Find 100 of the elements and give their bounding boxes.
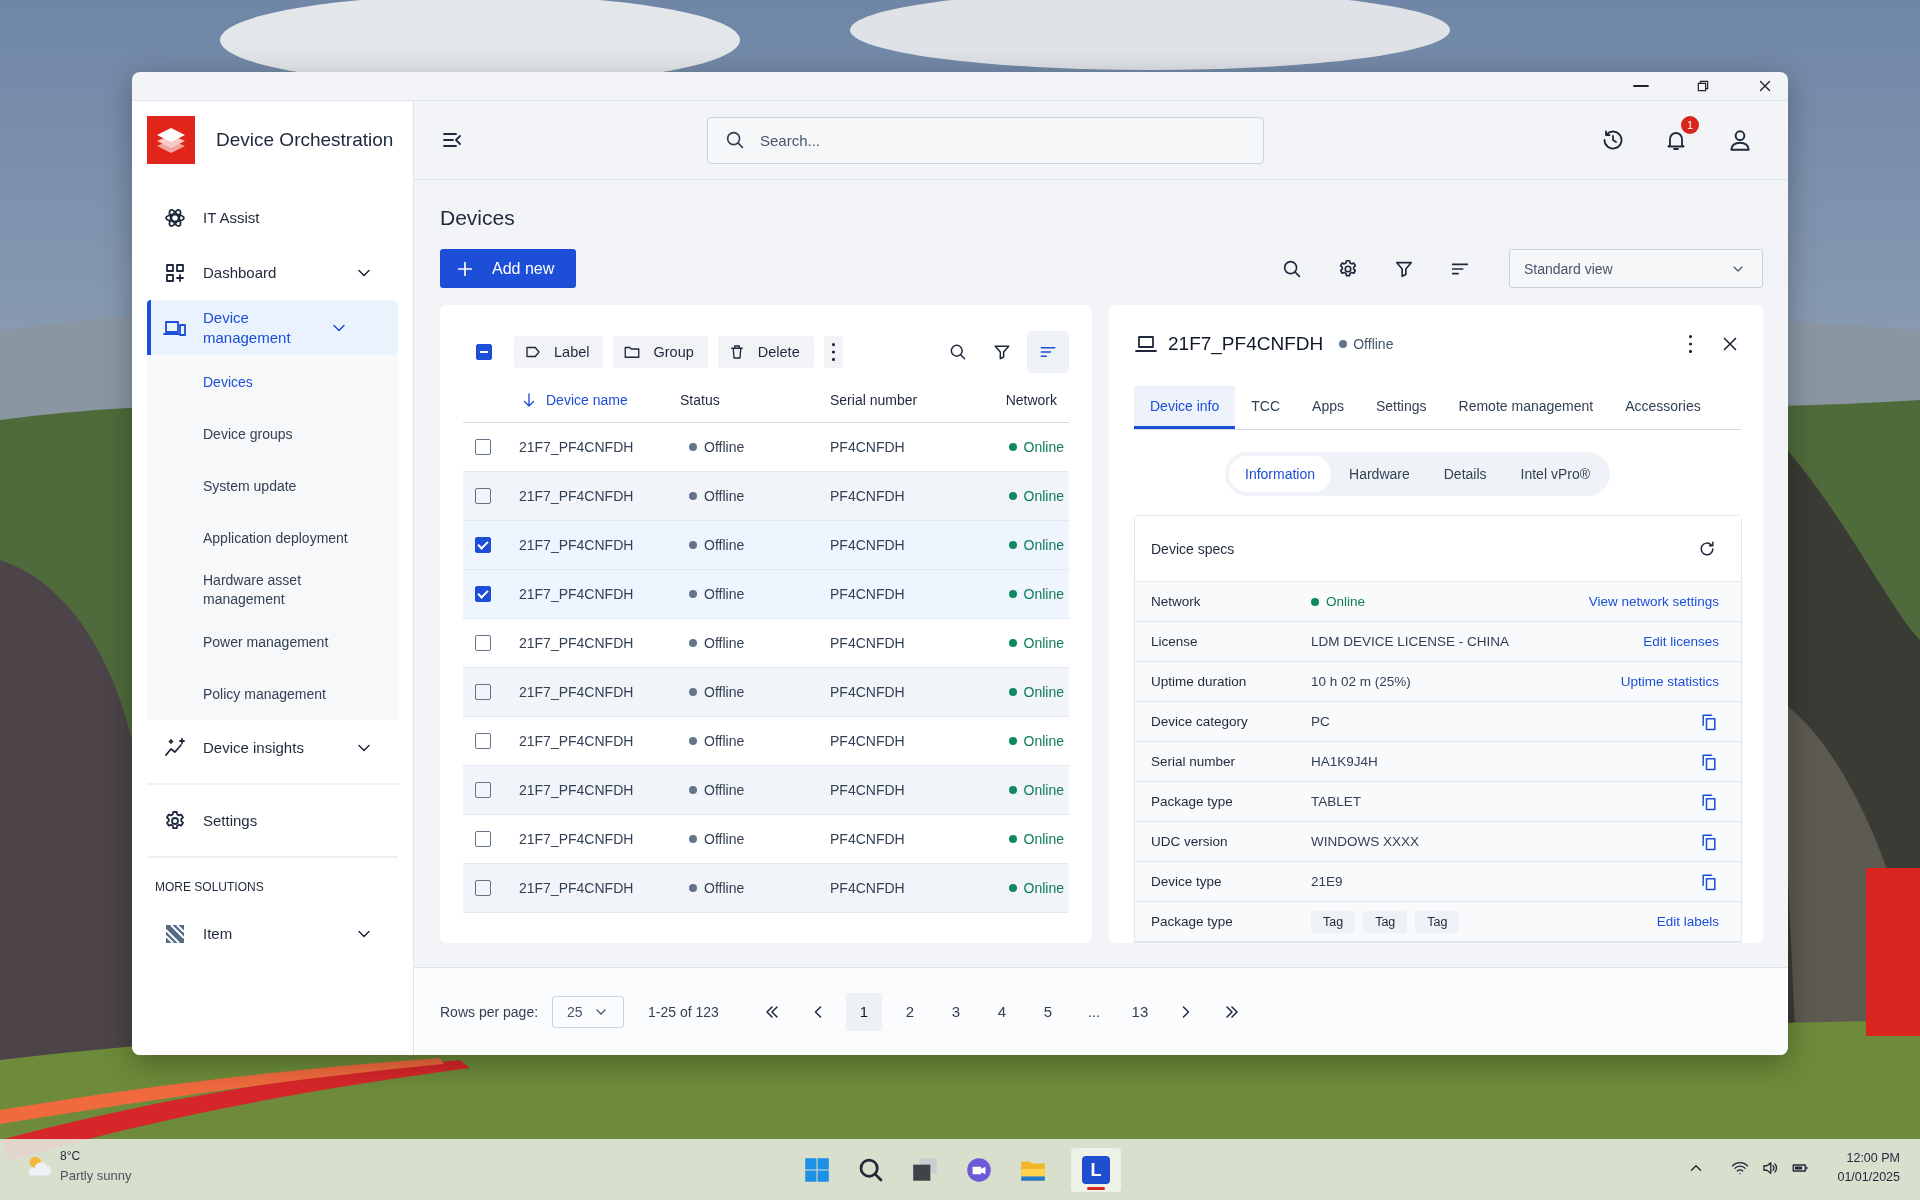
- row-checkbox[interactable]: [475, 880, 491, 896]
- table-row[interactable]: 21F7_PF4CNFDH Offline PF4CNFDH Online: [463, 864, 1069, 913]
- table-row[interactable]: 21F7_PF4CNFDH Offline PF4CNFDH Online: [463, 668, 1069, 717]
- page-button[interactable]: 13: [1121, 992, 1158, 1031]
- nav-item[interactable]: Dashboard: [147, 245, 398, 300]
- row-checkbox[interactable]: [475, 782, 491, 798]
- nav-subitem[interactable]: Policy management: [147, 668, 398, 720]
- network-cell: Online: [999, 831, 1069, 847]
- segment-tab[interactable]: Intel vPro®: [1504, 456, 1606, 492]
- action-link[interactable]: View network settings: [1588, 594, 1719, 609]
- table-cell-text: 21F7_PF4CNFDH: [518, 831, 635, 847]
- column-header[interactable]: Status: [680, 392, 830, 408]
- status-cell: Offline: [680, 439, 830, 455]
- page-button[interactable]: 3: [937, 992, 974, 1031]
- tab[interactable]: TCC: [1235, 386, 1297, 429]
- page-button[interactable]: 1: [845, 992, 882, 1031]
- field-value: WINDOWS XXXX: [1311, 834, 1419, 849]
- sort-button[interactable]: [1027, 331, 1069, 373]
- nav-subitem[interactable]: Power management: [147, 616, 398, 668]
- table-cell-text: PF4CNFDH: [830, 537, 906, 553]
- nav-subitem[interactable]: Application deployment: [147, 512, 398, 564]
- table-cell-text: 21F7_PF4CNFDH: [518, 439, 635, 455]
- weather-condition: Partly sunny: [60, 1167, 132, 1185]
- page-title: Devices: [440, 205, 516, 231]
- nav-subitem[interactable]: Devices: [147, 356, 398, 408]
- user-icon[interactable]: [1727, 127, 1753, 153]
- field-label: Device category: [1151, 714, 1249, 729]
- nav-subitem[interactable]: System update: [147, 460, 398, 512]
- field-value: 10 h 02 m (25%): [1311, 674, 1411, 689]
- action-button[interactable]: Delete: [717, 336, 814, 368]
- segment-tab[interactable]: Hardware: [1333, 456, 1426, 492]
- row-checkbox[interactable]: [475, 684, 491, 700]
- page-button[interactable]: ...: [1075, 992, 1112, 1031]
- field-label: License: [1151, 634, 1199, 649]
- action-link[interactable]: Edit licenses: [1643, 634, 1719, 649]
- tab[interactable]: Device info: [1134, 386, 1236, 429]
- select-all-checkbox[interactable]: [476, 344, 492, 360]
- page-button[interactable]: 2: [891, 992, 928, 1031]
- history-icon[interactable]: [1601, 128, 1625, 152]
- tab[interactable]: Settings: [1359, 386, 1443, 429]
- action-button[interactable]: Group: [613, 336, 708, 368]
- table-cell-text: 21F7_PF4CNFDH: [518, 635, 635, 651]
- nav-item[interactable]: Device insights: [147, 720, 398, 775]
- more-button[interactable]: [823, 336, 843, 368]
- nav-subitem[interactable]: Device groups: [147, 408, 398, 460]
- nav-item[interactable]: IT Assist: [147, 190, 398, 245]
- tab[interactable]: Accessories: [1609, 386, 1717, 429]
- action-button[interactable]: Label: [514, 336, 604, 368]
- row-checkbox[interactable]: [475, 537, 491, 553]
- device-status: Offline: [1339, 336, 1394, 352]
- nav-item[interactable]: Device management: [147, 300, 398, 355]
- more-icon[interactable]: [1688, 335, 1693, 353]
- page-button[interactable]: 4: [983, 992, 1020, 1031]
- view-select[interactable]: Standard view: [1509, 249, 1763, 288]
- field-value: Online: [1311, 594, 1366, 609]
- search-icon: [948, 342, 968, 362]
- table-row[interactable]: 21F7_PF4CNFDH Offline PF4CNFDH Online: [463, 570, 1069, 619]
- segment-tab[interactable]: Information: [1229, 456, 1332, 492]
- status-cell: Offline: [680, 537, 830, 553]
- tab[interactable]: Apps: [1296, 386, 1360, 429]
- field-value: 21E9: [1311, 874, 1343, 889]
- wifi-icon[interactable]: [1731, 1159, 1750, 1177]
- network-cell: Online: [999, 586, 1069, 602]
- action-link[interactable]: Uptime statistics: [1620, 674, 1719, 689]
- row-checkbox[interactable]: [475, 635, 491, 651]
- field-label: Serial number: [1151, 754, 1237, 769]
- row-checkbox[interactable]: [475, 831, 491, 847]
- segment-tab[interactable]: Details: [1427, 456, 1503, 492]
- nav-item[interactable]: Settings: [147, 793, 398, 848]
- field-label: UDC version: [1151, 834, 1229, 849]
- table-row[interactable]: 21F7_PF4CNFDH Offline PF4CNFDH Online: [463, 766, 1069, 815]
- app-button[interactable]: L: [1071, 1148, 1121, 1192]
- row-checkbox[interactable]: [475, 586, 491, 602]
- column-header[interactable]: Network: [985, 392, 1069, 408]
- table-cell-text: PF4CNFDH: [830, 831, 906, 847]
- column-header[interactable]: Device name: [503, 391, 680, 409]
- table-row[interactable]: 21F7_PF4CNFDH Offline PF4CNFDH Online: [463, 521, 1069, 570]
- search-field[interactable]: Search...: [707, 116, 1264, 164]
- table-cell-text: 21F7_PF4CNFDH: [518, 488, 635, 504]
- column-header[interactable]: Serial number: [830, 392, 985, 408]
- more-icon: [830, 343, 836, 361]
- field-value: TABLET: [1311, 794, 1361, 809]
- row-checkbox[interactable]: [475, 439, 491, 455]
- page-button[interactable]: 5: [1029, 992, 1066, 1031]
- rows-per-page-select[interactable]: 25: [552, 995, 625, 1028]
- nav-item[interactable]: Item: [147, 906, 398, 961]
- status-cell: Offline: [680, 831, 830, 847]
- add-button[interactable]: Add new: [440, 249, 576, 288]
- nav-subitem[interactable]: Hardware asset management: [147, 564, 398, 616]
- card-title: Device specs: [1151, 540, 1235, 557]
- row-checkbox[interactable]: [475, 733, 491, 749]
- tab[interactable]: Remote management: [1442, 386, 1610, 429]
- volume-icon[interactable]: [1761, 1159, 1780, 1177]
- row-checkbox[interactable]: [475, 488, 491, 504]
- action-link[interactable]: Edit labels: [1656, 914, 1719, 929]
- windows-icon: [802, 1155, 832, 1185]
- logo-icon: [147, 116, 195, 164]
- status-cell: Offline: [680, 782, 830, 798]
- device-title: 21F7_PF4CNFDH: [1168, 333, 1324, 355]
- table-row[interactable]: 21F7_PF4CNFDH Offline PF4CNFDH Online: [463, 472, 1069, 521]
